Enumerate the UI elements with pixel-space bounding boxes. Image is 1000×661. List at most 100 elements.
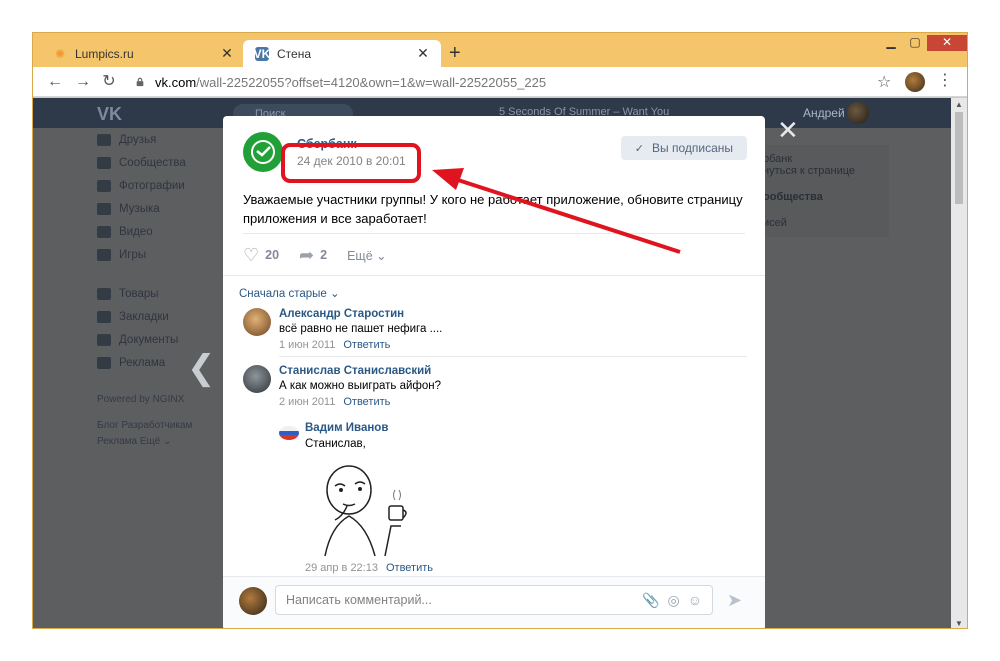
close-window-icon[interactable]: ✕: [927, 35, 967, 51]
maximize-icon[interactable]: ▢: [903, 35, 927, 51]
tab-vk-wall[interactable]: VK Стена ✕: [243, 40, 441, 67]
post-modal: Сбербанк 24 дек 2010 в 20:01 ✓ Вы подпис…: [223, 116, 765, 628]
comment-date[interactable]: 1 июн 2011: [279, 339, 335, 351]
meme-image[interactable]: [305, 460, 425, 556]
share-count: 2: [320, 248, 328, 262]
subscribed-button[interactable]: ✓ Вы подписаны: [620, 136, 747, 160]
vk-logo[interactable]: VK: [97, 104, 122, 125]
comment-author[interactable]: Александр Старостин: [279, 308, 404, 320]
menu-item-music[interactable]: Музыка: [97, 197, 237, 220]
back-icon[interactable]: ←: [45, 72, 65, 92]
emoji-icon[interactable]: ☺: [688, 592, 702, 608]
comment-date[interactable]: 2 июн 2011: [279, 396, 335, 408]
post-header: Сбербанк 24 дек 2010 в 20:01 ✓ Вы подпис…: [243, 132, 747, 176]
close-modal-icon[interactable]: ✕: [777, 117, 799, 143]
menu-item-photos[interactable]: Фотографии: [97, 174, 237, 197]
tab-close-icon[interactable]: ✕: [415, 45, 431, 62]
my-avatar[interactable]: [239, 587, 267, 615]
menu-item-goods[interactable]: Товары: [97, 282, 237, 305]
more-label: Ещё ⌄: [347, 248, 387, 263]
share-button[interactable]: ➦ 2: [299, 246, 327, 264]
page-viewport: VK Поиск 5 Seconds Of Summer – Want You …: [33, 98, 951, 628]
right-column: рбанк нуться к странице ообщества исей: [753, 145, 889, 237]
divider: [223, 275, 765, 276]
comment-input[interactable]: Написать комментарий... 📎 ◎ ☺: [275, 585, 713, 615]
footer-links[interactable]: Блог Разработчикам: [97, 418, 237, 434]
scroll-up-icon[interactable]: ▲: [951, 100, 967, 109]
new-tab-button[interactable]: +: [449, 43, 461, 63]
menu-label: Видео: [119, 225, 153, 238]
minimize-icon[interactable]: ▁: [879, 35, 903, 51]
profile-avatar[interactable]: [905, 72, 925, 92]
group-avatar[interactable]: [243, 132, 283, 172]
right-col-section: ообщества: [763, 191, 823, 203]
gamepad-icon: [97, 248, 111, 261]
menu-label: Реклама: [119, 356, 166, 369]
page-scrollbar[interactable]: ▲ ▼: [951, 98, 967, 628]
reply-author[interactable]: Вадим Иванов: [305, 422, 388, 434]
tab-close-icon[interactable]: ✕: [219, 45, 235, 62]
vk-icon: VK: [253, 46, 271, 61]
send-icon[interactable]: ➤: [727, 591, 742, 609]
menu-item-ads[interactable]: Реклама: [97, 351, 237, 374]
tab-title: Стена: [277, 46, 312, 61]
right-col-line: рбанк: [763, 153, 793, 165]
scroll-thumb[interactable]: [955, 112, 963, 204]
reply-link[interactable]: Ответить: [343, 396, 390, 408]
heart-icon: ♡: [243, 245, 260, 265]
right-col-link[interactable]: нуться к странице: [763, 165, 879, 177]
reply-link[interactable]: Ответить: [343, 339, 390, 351]
vk-user-name[interactable]: Андрей: [803, 106, 845, 120]
comment-author[interactable]: Станислав Станиславский: [279, 365, 431, 377]
comment-avatar[interactable]: [243, 365, 271, 393]
reply-avatar-flag[interactable]: [279, 426, 299, 440]
post-date[interactable]: 24 дек 2010 в 20:01: [297, 154, 406, 168]
url-domain: vk.com: [155, 74, 197, 90]
right-col-row[interactable]: исей: [763, 217, 879, 229]
menu-label: Сообщества: [119, 156, 186, 169]
reload-icon[interactable]: ↻: [99, 72, 119, 92]
reply-date[interactable]: 29 апр в 22:13: [305, 562, 378, 574]
comment-composer: Написать комментарий... 📎 ◎ ☺ ➤: [223, 576, 765, 628]
url-input[interactable]: vk.com/wall-22522055?offset=4120&own=1&w…: [129, 71, 899, 93]
comment-avatar[interactable]: [243, 308, 271, 336]
tab-title: Lumpics.ru: [75, 46, 134, 61]
menu-item-games[interactable]: Игры6: [97, 243, 237, 266]
music-icon: [97, 202, 111, 215]
menu-label: Музыка: [119, 202, 160, 215]
like-count: 20: [265, 248, 280, 262]
footer-links-2[interactable]: Реклама Ещё ⌄: [97, 434, 237, 450]
comments-sort-dropdown[interactable]: Сначала старые ⌄: [239, 286, 340, 300]
friends-icon: [97, 133, 111, 146]
comment-meta: 1 июн 2011 Ответить: [279, 339, 390, 351]
document-icon: [97, 333, 111, 346]
attach-icon[interactable]: 📎: [642, 592, 659, 609]
forward-icon[interactable]: →: [73, 72, 93, 92]
reply-link[interactable]: Ответить: [386, 562, 433, 574]
menu-item-documents[interactable]: Документы: [97, 328, 237, 351]
menu-label: Закладки: [119, 310, 169, 323]
share-arrow-icon: ➦: [299, 245, 315, 265]
more-button[interactable]: Ещё ⌄: [347, 248, 387, 263]
comment-meta: 2 июн 2011 Ответить: [279, 396, 390, 408]
menu-item-communities[interactable]: Сообщества: [97, 151, 237, 174]
vk-user-avatar[interactable]: [847, 102, 869, 124]
tab-lumpics[interactable]: ✺ Lumpics.ru ✕: [41, 40, 245, 67]
camera-icon[interactable]: ◎: [667, 592, 679, 609]
previous-post-icon[interactable]: ❮: [187, 351, 216, 385]
group-name[interactable]: Сбербанк: [297, 137, 357, 151]
comment-text: А как можно выиграть айфон?: [279, 380, 441, 392]
menu-item-video[interactable]: Видео: [97, 220, 237, 243]
powered-by: Powered by NGINX: [97, 394, 185, 405]
menu-item-friends[interactable]: Друзья16: [97, 128, 237, 151]
lumpics-icon: ✺: [54, 46, 66, 61]
scroll-down-icon[interactable]: ▼: [951, 619, 967, 628]
menu-item-bookmarks[interactable]: Закладки: [97, 305, 237, 328]
menu-label: Игры: [119, 248, 147, 261]
browser-menu-icon[interactable]: ⋮: [937, 70, 953, 92]
megaphone-icon: [97, 356, 111, 369]
bookmark-star-icon[interactable]: ☆: [877, 72, 891, 92]
comment-text: всё равно не пашет нефига ....: [279, 323, 443, 335]
like-button[interactable]: ♡ 20: [243, 246, 279, 264]
sberbank-logo-icon: [251, 140, 275, 164]
